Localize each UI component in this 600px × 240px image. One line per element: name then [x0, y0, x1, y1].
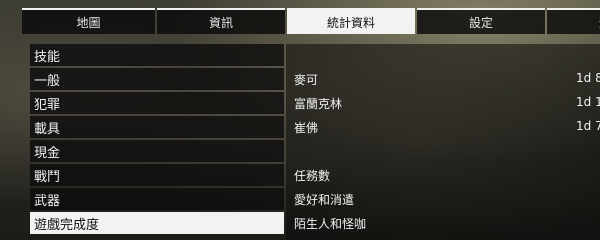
tab-map[interactable]: 地圖 [22, 8, 155, 34]
stat-value: 1d 1 [576, 95, 600, 109]
tab-statistics[interactable]: 統計資料 [287, 8, 415, 34]
tab-settings[interactable]: 設定 [417, 8, 545, 34]
stats-category-list: 技能 一般 犯罪 載具 現金 戰鬥 武器 遊戲完成度 [30, 44, 284, 236]
stat-label: 任務數 [294, 169, 331, 183]
stat-value: 1d 7 [576, 119, 600, 133]
stat-row: 愛好和消遣 [286, 188, 600, 210]
category-skills[interactable]: 技能 [30, 44, 284, 66]
tab-game[interactable]: 遊 [547, 8, 600, 34]
category-weapons[interactable]: 武器 [30, 188, 284, 210]
stat-label: 崔佛 [294, 121, 319, 135]
category-game-completion[interactable]: 遊戲完成度 [30, 212, 284, 234]
stat-label: 富蘭克林 [294, 97, 343, 111]
category-vehicles[interactable]: 載具 [30, 116, 284, 138]
category-general[interactable]: 一般 [30, 68, 284, 90]
category-crimes[interactable]: 犯罪 [30, 92, 284, 114]
stats-detail-panel: 麥可 1d 8 富蘭克林 1d 1 崔佛 1d 7 任務數 愛好和消遣 陌生人和… [286, 44, 600, 240]
stat-row: 崔佛 1d 7 [286, 116, 600, 138]
category-cash[interactable]: 現金 [30, 140, 284, 162]
stat-row: 陌生人和怪咖 [286, 212, 600, 234]
tab-info[interactable]: 資訊 [157, 8, 285, 34]
stat-row: 任務數 [286, 164, 600, 186]
stat-label: 愛好和消遣 [294, 193, 355, 207]
category-combat[interactable]: 戰鬥 [30, 164, 284, 186]
stat-label: 麥可 [294, 73, 319, 87]
pause-menu-tabs: 地圖 資訊 統計資料 設定 遊 [22, 8, 600, 34]
stat-row: 富蘭克林 1d 1 [286, 92, 600, 114]
stat-row: 麥可 1d 8 [286, 68, 600, 90]
stat-value: 1d 8 [576, 71, 600, 85]
stat-label: 陌生人和怪咖 [294, 217, 367, 231]
